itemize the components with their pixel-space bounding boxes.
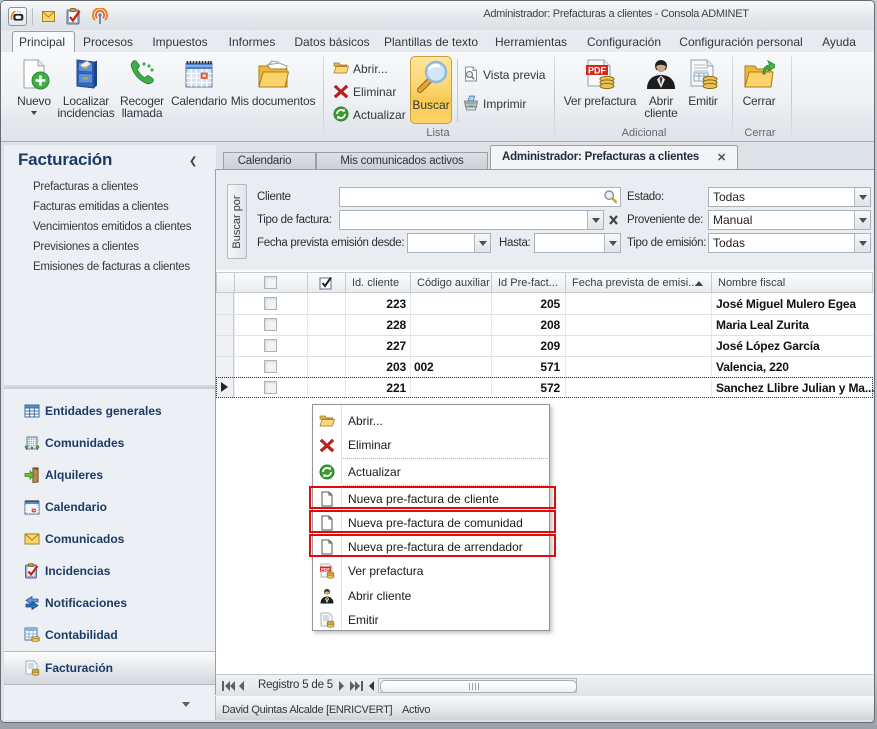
svg-text:PDF: PDF	[321, 567, 330, 572]
svg-text:PDF: PDF	[588, 66, 607, 76]
